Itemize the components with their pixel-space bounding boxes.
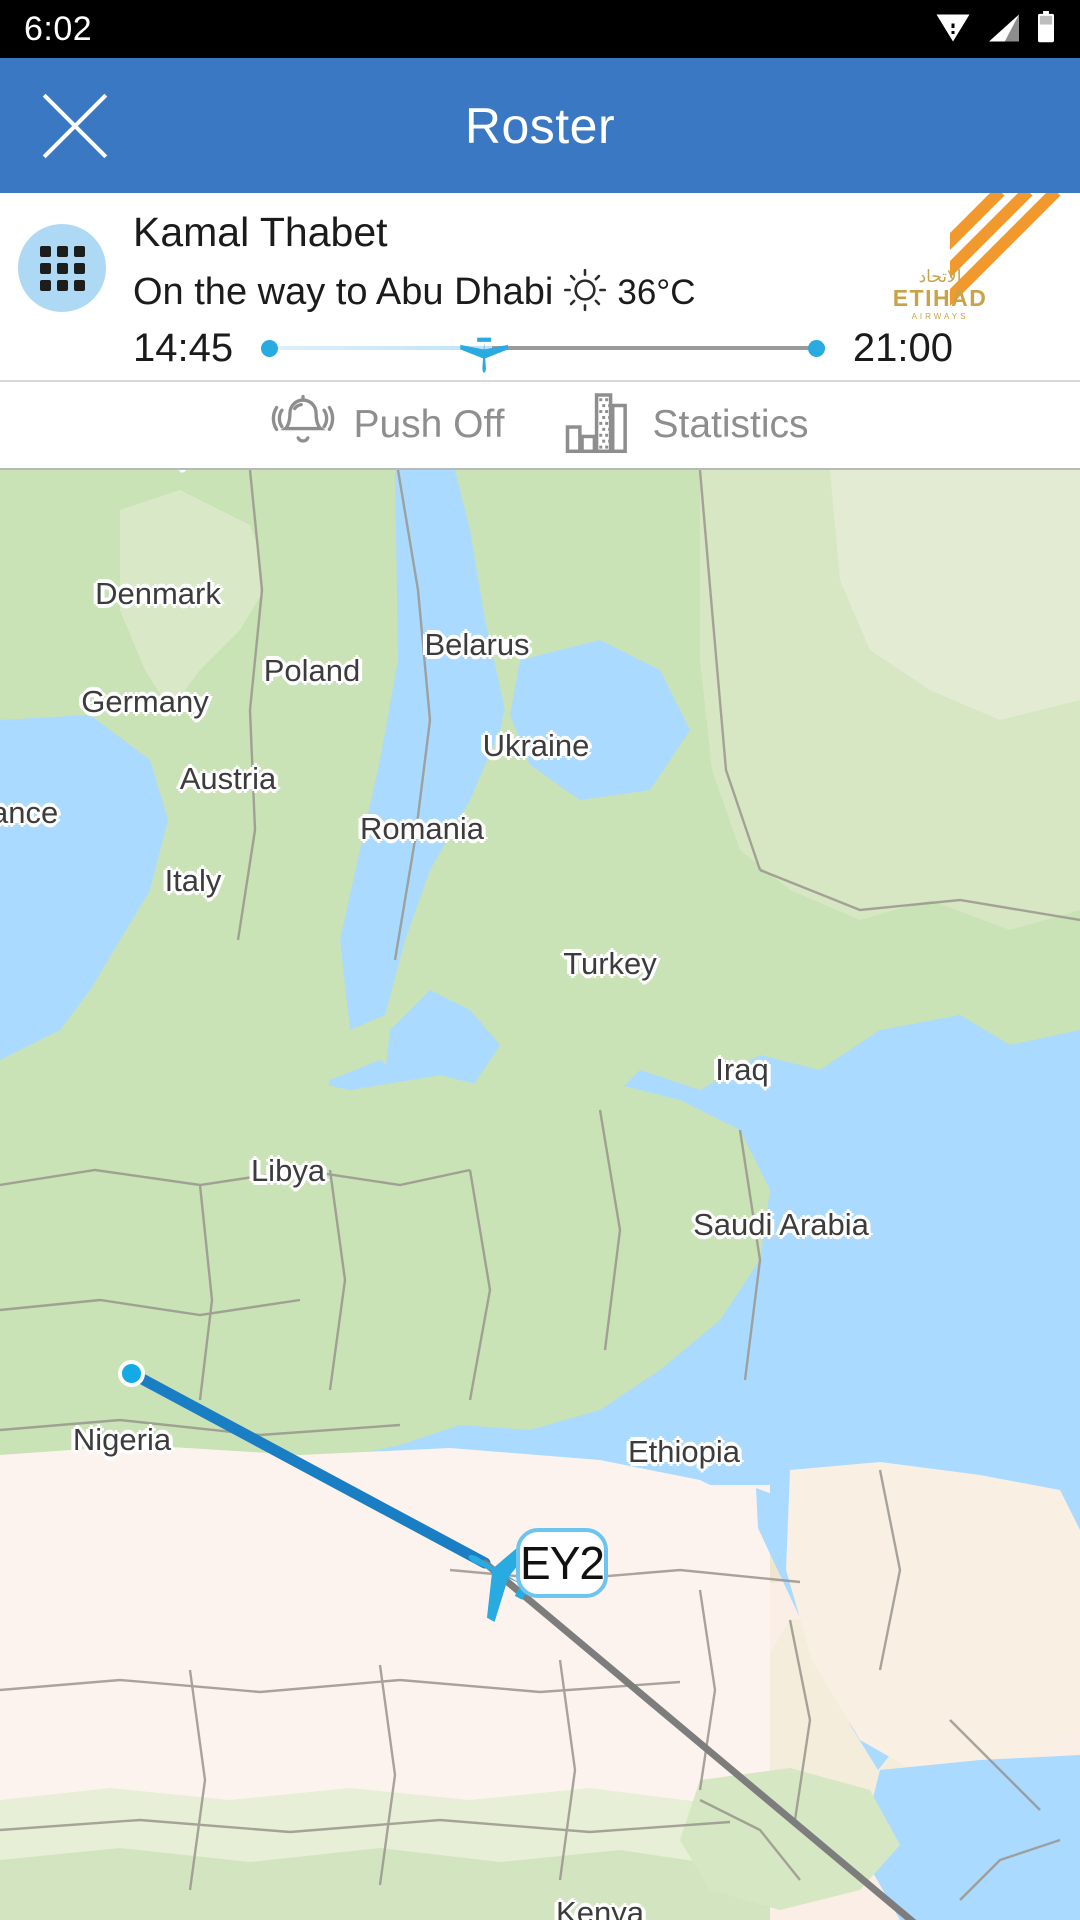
avatar[interactable]	[18, 224, 106, 312]
grid-apps-icon	[39, 245, 85, 291]
crew-name: Kamal Thabet	[133, 209, 388, 255]
etihad-logo-arabic: الاتحاد	[918, 267, 962, 286]
arrival-dot	[807, 340, 825, 357]
push-off-label: Push Off	[353, 403, 505, 446]
flight-status-row: On the way to Abu Dhabi 36°C	[133, 268, 696, 317]
airplane-progress-icon	[456, 321, 514, 380]
bar-chart-icon	[564, 389, 634, 462]
departure-time: 14:45	[133, 325, 234, 370]
origin-dot[interactable]	[118, 1360, 145, 1387]
push-off-button[interactable]: Push Off	[271, 391, 504, 460]
flight-progress-row: 14:45 21:00	[133, 325, 953, 373]
departure-dot	[261, 340, 279, 357]
status-bar: 6:02	[0, 0, 1080, 58]
app-bar: Roster	[0, 58, 1080, 193]
temperature-value: 36°C	[617, 272, 696, 312]
battery-icon	[1036, 10, 1056, 48]
flight-progress-track	[261, 325, 825, 373]
progress-remaining-segment	[492, 346, 825, 350]
cellular-signal-icon	[986, 13, 1022, 48]
wifi-icon	[934, 13, 972, 48]
etihad-airways-logo: الاتحاد ETIHAD AIRWAYS	[884, 268, 996, 321]
page-title: Roster	[464, 97, 616, 154]
flight-status-text: On the way to Abu Dhabi	[133, 271, 554, 313]
statistics-button[interactable]: Statistics	[564, 389, 809, 462]
flight-number-badge[interactable]: EY2	[516, 1528, 608, 1598]
route-flown	[125, 1367, 491, 1569]
bell-ring-icon	[271, 391, 335, 460]
action-bar: Push Off Statistics	[0, 380, 1080, 470]
etihad-logo-name: ETIHAD	[892, 285, 988, 311]
flight-number-label: EY2	[520, 1537, 605, 1589]
etihad-logo-subtitle: AIRWAYS	[911, 312, 969, 321]
map-view[interactable]: EY2 NorwayFinlandDenmarkBelarusPolandGer…	[0, 470, 1080, 1920]
status-icons	[934, 10, 1056, 48]
sun-icon	[563, 268, 607, 317]
arrival-time: 21:00	[852, 325, 953, 370]
status-clock: 6:02	[24, 9, 93, 48]
statistics-label: Statistics	[652, 403, 809, 446]
flight-route	[125, 1367, 917, 1920]
